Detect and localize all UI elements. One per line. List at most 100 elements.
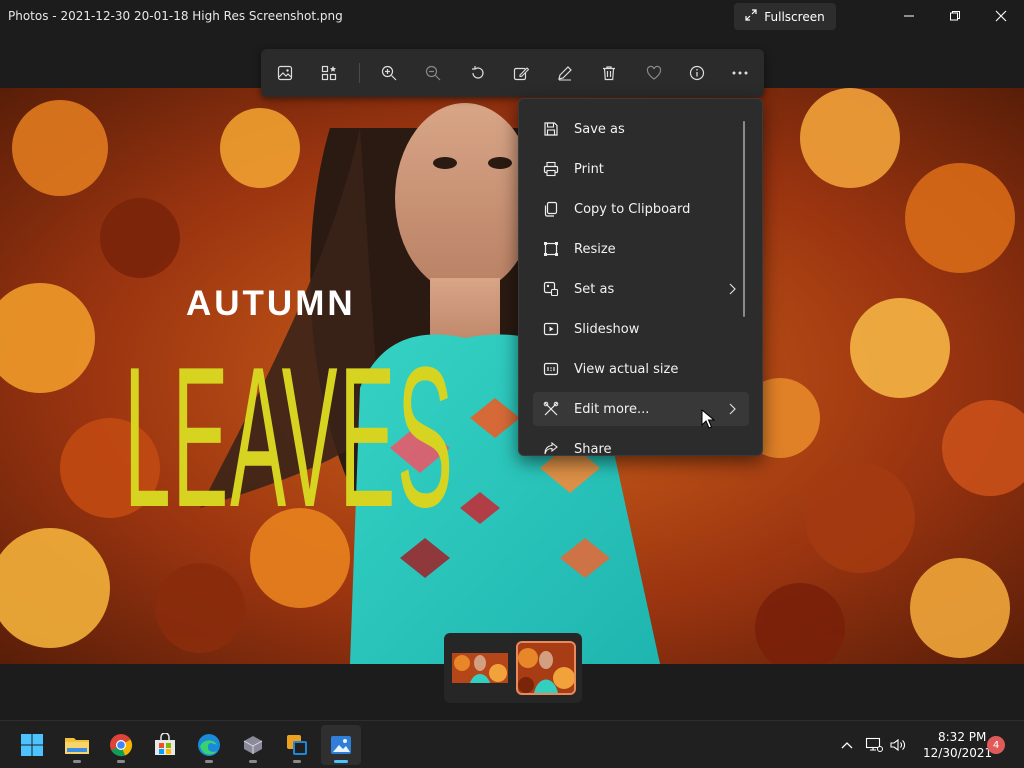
filmstrip-thumbnail-selected[interactable]: [516, 641, 576, 695]
close-button[interactable]: [978, 0, 1024, 32]
volume-button[interactable]: [888, 735, 908, 755]
notification-badge[interactable]: 4: [987, 736, 1005, 754]
chrome-icon: [110, 734, 133, 757]
close-icon: [995, 10, 1007, 22]
draw-icon: [558, 66, 572, 81]
menu-item-view-actual-size[interactable]: View actual size: [533, 352, 749, 386]
show-hidden-icons-button[interactable]: [837, 735, 857, 755]
menu-item-edit-more[interactable]: Edit more...: [533, 392, 749, 426]
zoom-in-button[interactable]: [376, 61, 402, 85]
edit-image-button[interactable]: [508, 61, 534, 85]
running-indicator: [117, 760, 125, 763]
chevron-right-icon: [729, 403, 736, 415]
menu-item-label: Edit more...: [574, 401, 650, 417]
menu-item-label: Slideshow: [574, 321, 640, 337]
thumbnail-image: [452, 643, 508, 693]
menu-item-resize[interactable]: Resize: [533, 232, 749, 266]
expand-icon: [745, 9, 757, 24]
taskbar-app[interactable]: [233, 725, 273, 765]
edit-more-icon: [542, 400, 560, 418]
running-indicator: [205, 760, 213, 763]
menu-item-set-as[interactable]: Set as: [533, 272, 749, 306]
taskbar-edge[interactable]: [189, 725, 229, 765]
photos-icon: [331, 736, 351, 754]
edge-icon: [198, 734, 220, 756]
rotate-button[interactable]: [465, 61, 491, 85]
gallery-icon: [277, 65, 293, 81]
menu-item-label: View actual size: [574, 361, 679, 377]
menu-item-label: Share: [574, 441, 612, 456]
taskbar-photos[interactable]: [321, 725, 361, 765]
share-icon: [542, 440, 560, 455]
actual-size-icon: [542, 360, 560, 378]
delete-button[interactable]: [596, 61, 622, 85]
running-indicator: [73, 760, 81, 763]
menu-scrollbar[interactable]: [743, 121, 745, 317]
menu-item-label: Copy to Clipboard: [574, 201, 691, 217]
photo-canvas[interactable]: AUTUMN LEAVES: [0, 88, 1024, 664]
clock-time[interactable]: 8:32 PM: [938, 730, 986, 744]
copy-icon: [542, 200, 560, 218]
resize-icon: [542, 240, 560, 258]
image-toolbar: [261, 49, 764, 97]
title-bar: Photos - 2021-12-30 20-01-18 High Res Sc…: [0, 0, 1024, 34]
menu-item-slideshow[interactable]: Slideshow: [533, 312, 749, 346]
minimize-button[interactable]: [886, 0, 932, 32]
menu-item-label: Resize: [574, 241, 616, 257]
draw-button[interactable]: [552, 61, 578, 85]
menu-item-print[interactable]: Print: [533, 152, 749, 186]
view-all-icon: [321, 65, 337, 81]
gallery-button[interactable]: [272, 61, 298, 85]
info-button[interactable]: [684, 61, 710, 85]
network-icon: [865, 737, 883, 752]
edit-image-icon: [513, 67, 529, 81]
delete-icon: [603, 66, 615, 81]
filmstrip-thumbnail[interactable]: [452, 643, 508, 693]
chevron-up-icon: [841, 742, 853, 749]
taskbar-microsoft-store[interactable]: [145, 725, 185, 765]
set-as-icon: [542, 280, 560, 298]
taskbar: 8:32 PM 12/30/2021 4: [0, 720, 1024, 768]
speaker-icon: [890, 738, 905, 752]
file-explorer-icon: [65, 738, 89, 754]
running-indicator: [249, 760, 257, 763]
clock-date[interactable]: 12/30/2021: [923, 746, 992, 760]
more-options-icon: [732, 71, 748, 75]
zoom-out-icon: [425, 65, 441, 81]
photos-app-window: Photos - 2021-12-30 20-01-18 High Res Sc…: [0, 0, 1024, 768]
taskbar-app[interactable]: [277, 725, 317, 765]
save-icon: [542, 120, 560, 138]
chevron-right-icon: [729, 283, 736, 295]
printer-icon: [542, 160, 560, 178]
window-title: Photos - 2021-12-30 20-01-18 High Res Sc…: [8, 9, 343, 23]
fullscreen-label: Fullscreen: [764, 9, 825, 24]
favorite-button[interactable]: [641, 61, 667, 85]
menu-item-label: Save as: [574, 121, 625, 137]
image-text-leaves: LEAVES: [124, 338, 453, 538]
image-text-autumn: AUTUMN: [186, 284, 356, 323]
menu-item-label: Set as: [574, 281, 615, 297]
zoom-in-icon: [381, 65, 397, 81]
info-icon: [689, 65, 705, 81]
more-options-button[interactable]: [727, 61, 753, 85]
restore-icon: [950, 11, 960, 21]
start-button[interactable]: [12, 725, 52, 765]
view-all-button[interactable]: [316, 61, 342, 85]
app-icon: [243, 736, 263, 754]
microsoft-store-icon: [155, 733, 175, 755]
maximize-button[interactable]: [932, 0, 978, 32]
running-indicator: [293, 760, 301, 763]
menu-item-share[interactable]: Share: [533, 432, 749, 456]
menu-item-copy-to-clipboard[interactable]: Copy to Clipboard: [533, 192, 749, 226]
menu-item-save-as[interactable]: Save as: [533, 112, 749, 146]
running-indicator: [334, 760, 348, 763]
taskbar-chrome[interactable]: [101, 725, 141, 765]
network-button[interactable]: [864, 735, 884, 755]
zoom-out-button[interactable]: [420, 61, 446, 85]
fullscreen-button[interactable]: Fullscreen: [734, 3, 836, 30]
app-icon: [287, 735, 307, 755]
toolbar-separator: [359, 63, 360, 83]
mouse-cursor-icon: [701, 409, 715, 429]
taskbar-file-explorer[interactable]: [57, 725, 97, 765]
filmstrip: [444, 633, 582, 703]
